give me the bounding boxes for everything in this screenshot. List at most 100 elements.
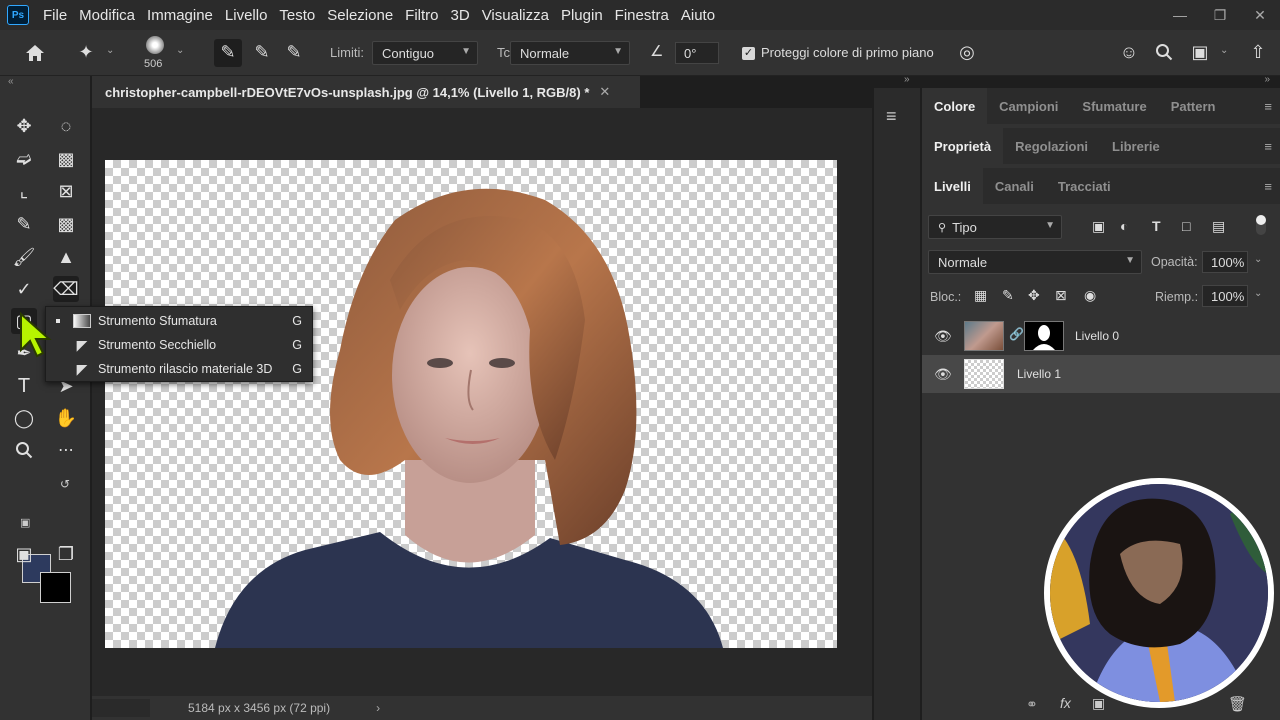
hand-icon[interactable]: ✋: [53, 405, 79, 431]
lock-position-icon[interactable]: ✥: [1028, 287, 1040, 304]
flyout-item-paint-bucket[interactable]: ◤ Strumento Secchiello G: [46, 333, 314, 357]
layer-row-livello-0[interactable]: 👁 🔗 Livello 0: [922, 317, 1280, 355]
collapse-arrows-icon[interactable]: »: [904, 74, 910, 85]
type-filter-icon[interactable]: T: [1152, 218, 1161, 234]
eyedropper-plus-icon[interactable]: ✎: [250, 40, 274, 64]
smart-object-filter-icon[interactable]: ▤: [1212, 218, 1225, 235]
restore-icon[interactable]: ❐: [1200, 7, 1240, 24]
tab-canali[interactable]: Canali: [983, 168, 1046, 204]
frame-icon[interactable]: ⊠: [53, 178, 79, 204]
menu-file[interactable]: File: [43, 7, 67, 24]
menu-plugin[interactable]: Plugin: [561, 7, 603, 24]
angle-input[interactable]: 0°: [675, 42, 719, 64]
lock-pixels-icon[interactable]: ✎: [1002, 287, 1014, 304]
chevron-down-icon[interactable]: ⌄: [1254, 288, 1262, 299]
trash-icon[interactable]: 🗑: [1228, 695, 1247, 713]
shape-filter-icon[interactable]: □: [1182, 218, 1190, 234]
opacity-input[interactable]: 100%: [1202, 251, 1248, 273]
tab-proprieta[interactable]: Proprietà: [922, 128, 1004, 164]
tab-tracciati[interactable]: Tracciati: [1046, 168, 1123, 204]
menu-aiuto[interactable]: Aiuto: [681, 7, 715, 24]
menu-selezione[interactable]: Selezione: [327, 7, 393, 24]
close-window-icon[interactable]: ✕: [1240, 7, 1280, 24]
eraser-icon[interactable]: ⌫: [53, 276, 79, 302]
lasso-icon[interactable]: ➫: [11, 146, 37, 172]
tab-sfumature[interactable]: Sfumature: [1070, 88, 1158, 124]
swap-colors-icon[interactable]: ↺: [60, 477, 70, 491]
stamp-icon[interactable]: ▲: [53, 244, 79, 270]
fill-input[interactable]: 100%: [1202, 285, 1248, 307]
brush-preview[interactable]: [146, 36, 164, 54]
shape-icon[interactable]: ◯: [11, 405, 37, 431]
crop-icon[interactable]: ⌞: [11, 178, 37, 204]
share-icon[interactable]: ⇧: [1246, 40, 1270, 64]
search-icon[interactable]: [1152, 40, 1176, 64]
eye-visibility-icon[interactable]: 👁: [934, 328, 952, 345]
chevron-down-icon[interactable]: ⌄: [1254, 254, 1262, 265]
chevron-down-icon[interactable]: ⌄: [176, 45, 184, 56]
collapse-arrows-icon[interactable]: »: [1264, 74, 1270, 85]
layer-filter-select[interactable]: ⚲ Tipo ▼: [928, 215, 1062, 239]
fx-icon[interactable]: fx: [1060, 695, 1071, 711]
quick-mask-icon[interactable]: ▣: [11, 541, 37, 567]
eyedropper-icon[interactable]: ✎: [11, 211, 37, 237]
screen-mode-icon[interactable]: ❐: [53, 541, 79, 567]
more-tools-icon[interactable]: ⋯: [53, 437, 79, 463]
object-select-icon[interactable]: ▩: [53, 146, 79, 172]
panel-menu-icon[interactable]: ≡: [1264, 139, 1272, 154]
panel-menu-icon[interactable]: ≡: [1264, 179, 1272, 194]
minimize-icon[interactable]: —: [1160, 7, 1200, 23]
target-icon[interactable]: ◎: [955, 40, 979, 64]
background-color-swatch[interactable]: [40, 572, 71, 603]
panel-menu-icon[interactable]: ≡: [1264, 99, 1272, 114]
blend-mode-select[interactable]: Normale ▼: [928, 250, 1142, 274]
collapse-arrows-icon[interactable]: «: [8, 76, 14, 87]
menu-filtro[interactable]: Filtro: [405, 7, 438, 24]
eye-visibility-icon[interactable]: 👁: [934, 366, 952, 383]
chevron-down-icon[interactable]: ⌄: [106, 45, 114, 56]
layer-row-livello-1[interactable]: 👁 Livello 1: [922, 355, 1280, 393]
image-filter-icon[interactable]: ▣: [1092, 218, 1105, 235]
history-brush-icon[interactable]: ✓: [11, 276, 37, 302]
image-canvas[interactable]: [105, 160, 837, 648]
lock-transparent-icon[interactable]: ▦: [974, 287, 987, 304]
menu-3d[interactable]: 3D: [451, 7, 470, 24]
menu-immagine[interactable]: Immagine: [147, 7, 213, 24]
filter-toggle[interactable]: [1256, 215, 1266, 235]
menu-testo[interactable]: Testo: [279, 7, 315, 24]
menu-finestra[interactable]: Finestra: [615, 7, 669, 24]
home-icon[interactable]: [22, 40, 48, 66]
flyout-item-gradient[interactable]: Strumento Sfumatura G: [46, 309, 314, 333]
ellipse-marquee-icon[interactable]: ◌: [53, 113, 79, 139]
tool-preset-icon[interactable]: ✦: [74, 40, 98, 64]
link-chain-icon[interactable]: 🔗: [1009, 327, 1024, 341]
close-tab-icon[interactable]: ✕: [599, 84, 610, 100]
eyedropper-icon[interactable]: ✎: [216, 40, 240, 64]
workspace-icon[interactable]: ▣: [1188, 40, 1212, 64]
chevron-right-icon[interactable]: ›: [376, 701, 380, 715]
move-tool-icon[interactable]: ✥: [11, 113, 37, 139]
zoom-field[interactable]: [92, 699, 150, 717]
user-share-icon[interactable]: ☺: [1117, 40, 1141, 64]
adjustment-filter-icon[interactable]: ◐: [1120, 218, 1128, 234]
patch-icon[interactable]: ▩: [53, 211, 79, 237]
document-tab[interactable]: christopher-campbell-rDEOVtE7vOs-unsplas…: [92, 76, 640, 108]
tab-livelli[interactable]: Livelli: [922, 168, 983, 204]
default-colors-icon[interactable]: ▣: [20, 516, 30, 529]
protect-color-checkbox[interactable]: ✓: [742, 47, 755, 60]
mode-select[interactable]: Normale ▼: [510, 41, 630, 65]
lock-all-icon[interactable]: ◉: [1084, 287, 1096, 304]
menu-livello[interactable]: Livello: [225, 7, 268, 24]
chevron-down-icon[interactable]: ⌄: [1220, 45, 1228, 56]
tab-campioni[interactable]: Campioni: [987, 88, 1070, 124]
zoom-icon[interactable]: [11, 437, 37, 463]
flyout-item-3d-material-drop[interactable]: ◤ Strumento rilascio materiale 3D G: [46, 357, 314, 381]
text-tool-icon[interactable]: T: [11, 373, 37, 399]
tab-regolazioni[interactable]: Regolazioni: [1003, 128, 1100, 164]
link-layers-icon[interactable]: ⚭: [1026, 696, 1038, 713]
brush-icon[interactable]: 🖌: [11, 244, 37, 270]
add-mask-icon[interactable]: ▣: [1092, 695, 1105, 712]
menu-modifica[interactable]: Modifica: [79, 7, 135, 24]
lock-artboard-icon[interactable]: ⊠: [1055, 287, 1067, 304]
eyedropper-minus-icon[interactable]: ✎: [282, 40, 306, 64]
